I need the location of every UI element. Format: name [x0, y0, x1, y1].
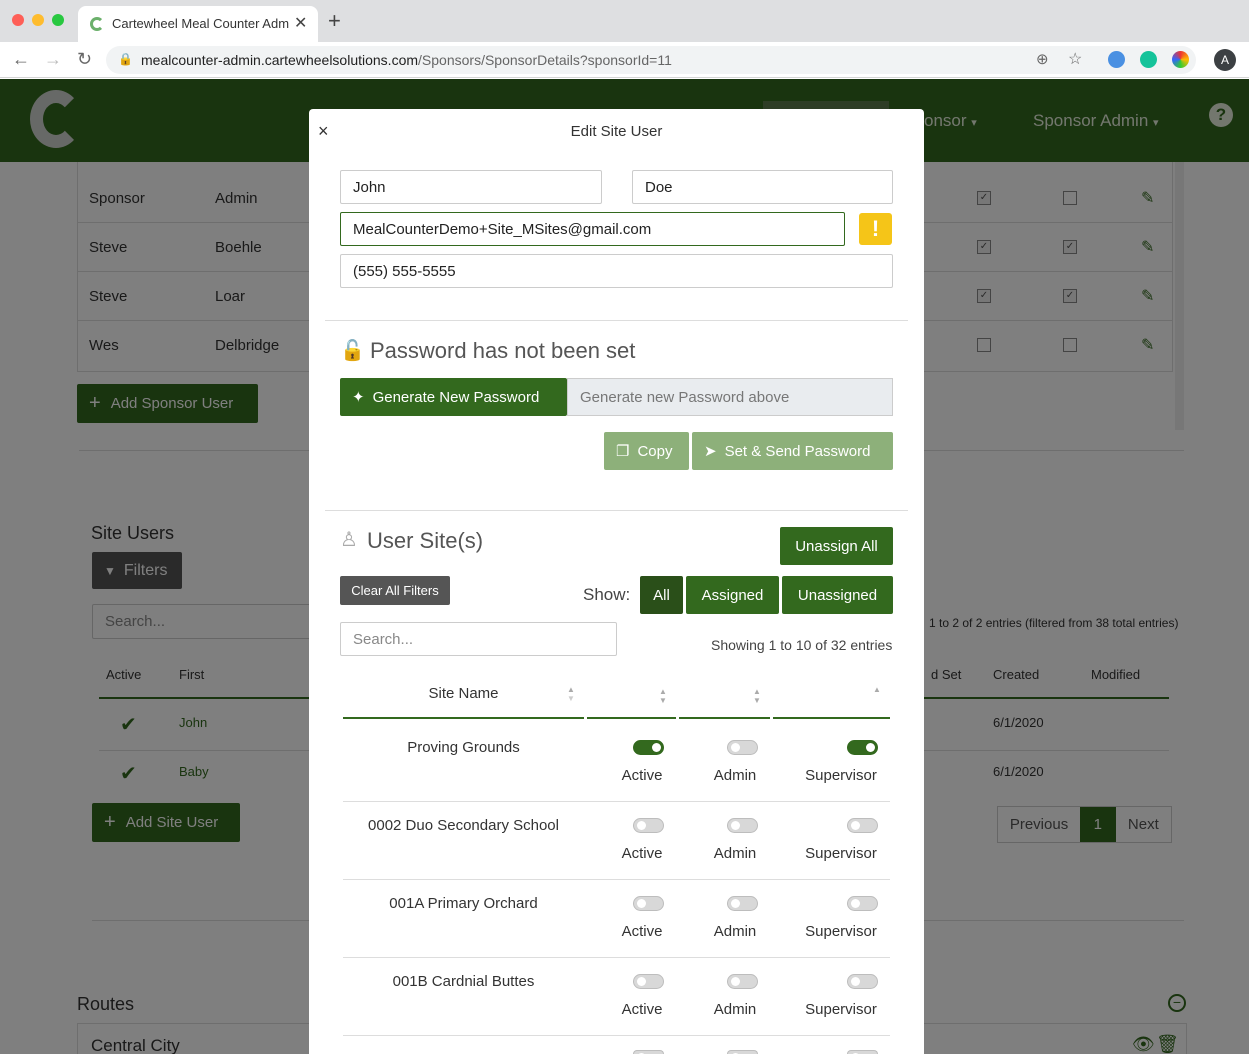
header-underline	[679, 717, 770, 719]
section-divider	[325, 320, 908, 321]
user-location-icon: ♙	[340, 529, 358, 551]
row-divider	[343, 957, 890, 958]
admin-label: Admin	[713, 1001, 757, 1018]
row-divider	[343, 801, 890, 802]
admin-label: Admin	[713, 845, 757, 862]
row-divider	[343, 879, 890, 880]
copy-label: Copy	[637, 442, 673, 460]
supervisor-toggle[interactable]	[847, 974, 878, 989]
browser-tab[interactable]: Cartewheel Meal Counter Adm ✕	[78, 6, 318, 42]
active-toggle[interactable]	[633, 974, 664, 989]
active-label: Active	[621, 767, 663, 784]
supervisor-toggle[interactable]	[847, 818, 878, 833]
show-unassigned-button[interactable]: Unassigned	[782, 576, 893, 614]
address-bar: ← → ↻ 🔒 mealcounter-admin.cartewheelsolu…	[0, 42, 1249, 78]
site-name: 001B Cardnial Buttes	[392, 973, 535, 990]
url-domain: mealcounter-admin.cartewheelsolutions.co…	[141, 52, 419, 68]
url-field[interactable]: 🔒 mealcounter-admin.cartewheelsolutions.…	[106, 46, 1196, 74]
send-icon: ➤	[704, 443, 717, 460]
profile-avatar[interactable]: A	[1214, 49, 1236, 71]
unlock-icon: 🔓	[340, 340, 365, 362]
browser-tab-bar: Cartewheel Meal Counter Adm ✕ +	[0, 0, 1249, 42]
set-send-password-button[interactable]: ➤ Set & Send Password	[692, 432, 893, 470]
set-send-password-label: Set & Send Password	[724, 442, 871, 460]
reload-icon[interactable]: ↻	[77, 49, 92, 70]
active-toggle[interactable]	[633, 818, 664, 833]
url-path: /Sponsors/SponsorDetails?sponsorId=11	[418, 52, 672, 68]
supervisor-label: Supervisor	[805, 923, 877, 940]
admin-label: Admin	[713, 923, 757, 940]
sites-info: Showing 1 to 10 of 32 entries	[711, 637, 893, 653]
forward-icon[interactable]: →	[44, 49, 62, 70]
admin-toggle[interactable]	[727, 896, 758, 911]
email-input[interactable]: MealCounterDemo+Site_MSites@gmail.com	[340, 212, 845, 246]
admin-toggle[interactable]	[727, 740, 758, 755]
show-assigned-button[interactable]: Assigned	[686, 576, 779, 614]
col-site-name[interactable]: Site Name	[343, 685, 584, 702]
header-underline	[773, 717, 890, 719]
favicon-icon	[90, 17, 104, 31]
section-divider	[325, 510, 908, 511]
supervisor-label: Supervisor	[805, 845, 877, 862]
minimize-window-icon[interactable]	[32, 14, 44, 26]
admin-toggle[interactable]	[727, 818, 758, 833]
supervisor-label: Supervisor	[805, 1001, 877, 1018]
generate-password-label: Generate New Password	[372, 388, 540, 406]
close-window-icon[interactable]	[12, 14, 24, 26]
copy-button[interactable]: ❐ Copy	[604, 432, 689, 470]
grammarly-icon[interactable]	[1140, 51, 1157, 68]
sites-search-input[interactable]: Search...	[340, 622, 617, 656]
extension-icon[interactable]	[1108, 51, 1125, 68]
active-toggle[interactable]	[633, 1050, 664, 1054]
active-label: Active	[621, 923, 663, 940]
back-icon[interactable]: ←	[12, 49, 30, 70]
admin-toggle[interactable]	[727, 1050, 758, 1054]
sort-asc-icon[interactable]: ▲ ▼	[567, 685, 575, 703]
modal-title: Edit Site User	[570, 123, 663, 140]
active-label: Active	[621, 845, 663, 862]
edit-site-user-modal: × Edit Site User John Doe MealCounterDem…	[309, 109, 924, 1054]
show-label: Show:	[583, 585, 631, 604]
close-tab-icon[interactable]: ✕	[294, 13, 307, 33]
sparkle-icon: ✦	[352, 389, 365, 406]
bookmark-star-icon[interactable]: ☆	[1068, 49, 1082, 69]
password-heading: Password has not been set	[370, 338, 636, 363]
new-tab-icon[interactable]: +	[328, 8, 341, 34]
tab-title: Cartewheel Meal Counter Adm	[112, 16, 290, 31]
maximize-window-icon[interactable]	[52, 14, 64, 26]
row-divider	[343, 1035, 890, 1036]
copy-icon: ❐	[616, 443, 630, 460]
sort-icon[interactable]: ▲ ▼	[659, 687, 667, 705]
last-name-input[interactable]: Doe	[632, 170, 893, 204]
generate-password-button[interactable]: ✦ Generate New Password	[340, 378, 567, 416]
site-name: Proving Grounds	[407, 739, 520, 756]
generated-password-field[interactable]: Generate new Password above	[567, 378, 893, 416]
active-toggle[interactable]	[633, 740, 664, 755]
supervisor-toggle[interactable]	[847, 896, 878, 911]
first-name-input[interactable]: John	[340, 170, 602, 204]
zoom-icon[interactable]: ⊕	[1036, 50, 1049, 68]
active-toggle[interactable]	[633, 896, 664, 911]
warning-icon[interactable]: !	[859, 213, 892, 245]
site-name: 0002 Duo Secondary School	[368, 817, 559, 834]
site-name: 001A Primary Orchard	[389, 895, 538, 912]
lock-icon: 🔒	[118, 52, 133, 66]
sites-heading: User Site(s)	[367, 528, 484, 553]
sort-icon[interactable]: ▲	[873, 685, 881, 694]
show-all-button[interactable]: All	[640, 576, 683, 614]
unassign-all-button[interactable]: Unassign All	[780, 527, 893, 565]
sort-icon[interactable]: ▲ ▼	[753, 687, 761, 705]
header-underline	[343, 717, 584, 719]
supervisor-toggle[interactable]	[847, 740, 878, 755]
active-label: Active	[621, 1001, 663, 1018]
supervisor-label: Supervisor	[805, 767, 877, 784]
admin-toggle[interactable]	[727, 974, 758, 989]
clear-filters-button[interactable]: Clear All Filters	[340, 576, 450, 605]
phone-input[interactable]: (555) 555-5555	[340, 254, 893, 288]
color-extension-icon[interactable]	[1172, 51, 1189, 68]
header-underline	[587, 717, 676, 719]
supervisor-toggle[interactable]	[847, 1050, 878, 1054]
admin-label: Admin	[713, 767, 757, 784]
